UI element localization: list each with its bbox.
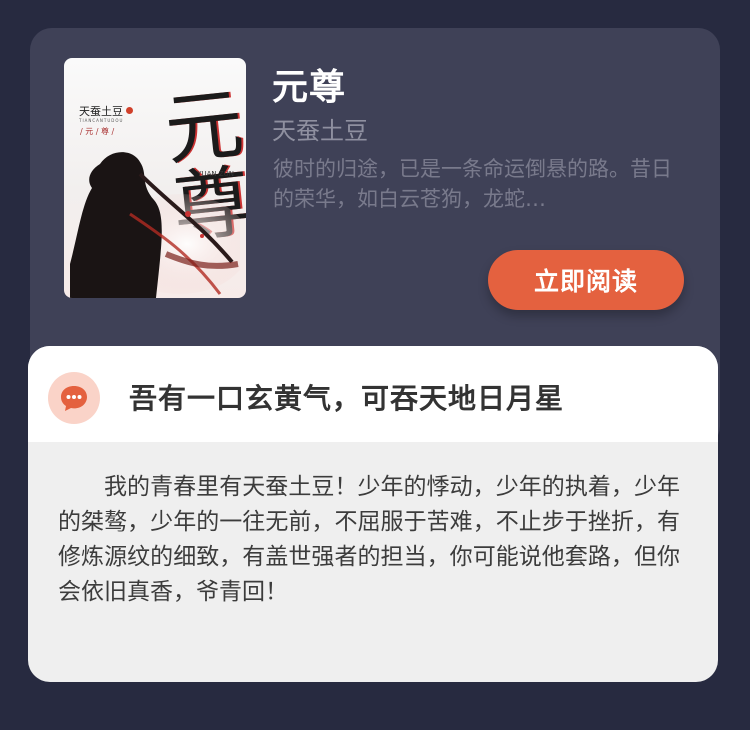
cover-warrior-figure xyxy=(70,152,240,298)
book-title[interactable]: 元尊 xyxy=(272,58,346,110)
comment-header: 吾有一口玄黄气，可吞天地日月星 xyxy=(28,346,718,442)
cover-tag: / 元 / 尊 / xyxy=(80,127,115,136)
read-now-button[interactable]: 立即阅读 xyxy=(488,250,684,310)
page: 天蚕土豆 TIANCANTUDOU / 元 / 尊 / 元尊 YUAN ZUN xyxy=(0,0,750,730)
comment-card: 吾有一口玄黄气，可吞天地日月星 我的青春里有天蚕土豆！少年的悸动，少年的执着，少… xyxy=(28,346,718,682)
chat-bubble-icon xyxy=(48,372,100,424)
cover-subtitle: TIANCANTUDOU xyxy=(79,118,124,123)
book-cover[interactable]: 天蚕土豆 TIANCANTUDOU / 元 / 尊 / 元尊 YUAN ZUN xyxy=(64,58,246,298)
comment-title: 吾有一口玄黄气，可吞天地日月星 xyxy=(129,382,565,415)
book-author[interactable]: 天蚕土豆 xyxy=(272,111,368,146)
comment-body: 我的青春里有天蚕土豆！少年的悸动，少年的执着，少年的桀骜，少年的一往无前，不屈服… xyxy=(58,474,680,605)
book-description: 彼时的归途，已是一条命运倒悬的路。昔日的荣华，如白云苍狗，龙蛇… xyxy=(273,157,672,211)
cover-author-text: 天蚕土豆 xyxy=(79,103,133,119)
